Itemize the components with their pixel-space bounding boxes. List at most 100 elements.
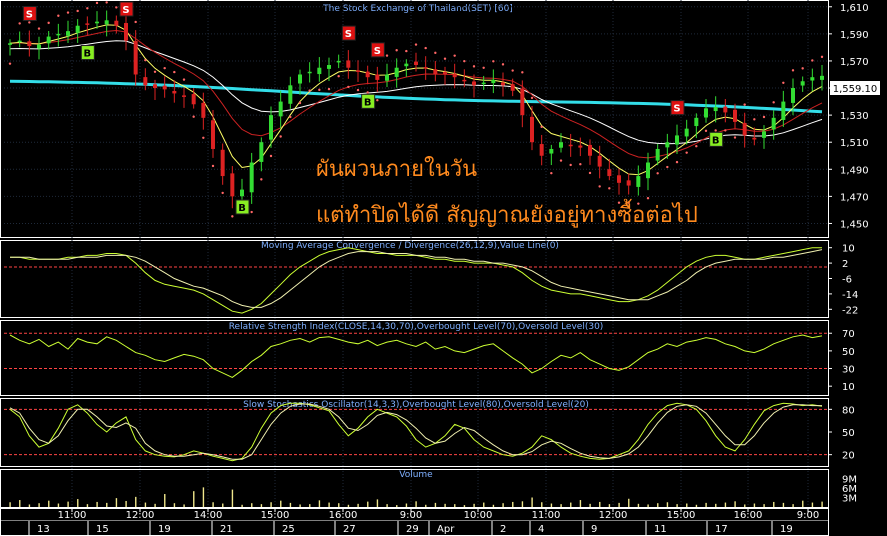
candle-body: [684, 128, 689, 137]
price-tick-label-6: 1,490: [840, 165, 869, 176]
sar-dot: [192, 115, 195, 118]
candle-body: [404, 63, 409, 67]
time-label-lower: 11: [654, 524, 667, 535]
volume-bar: [77, 499, 79, 507]
volume-bar: [570, 502, 572, 507]
volume-bar: [705, 502, 707, 507]
rsi-panel: Relative Strength Index(CLOSE,14,30,70),…: [4, 322, 855, 393]
ma-mid-line: [9, 29, 823, 159]
sar-dot: [588, 171, 592, 175]
sar-dot: [28, 21, 31, 24]
sar-dot: [753, 118, 756, 121]
candle-body: [201, 102, 206, 118]
volume-bar: [202, 487, 205, 507]
sar-dot: [501, 63, 505, 66]
candle-body: [510, 84, 515, 91]
sar-dot: [482, 66, 485, 70]
volume-bar: [763, 504, 765, 507]
volume-bar: [434, 502, 437, 507]
sar-dot: [579, 163, 582, 166]
volume-bar: [483, 502, 485, 507]
volume-bar: [96, 501, 98, 507]
candle-body: [172, 90, 177, 94]
time-label-lower: 19: [780, 524, 793, 535]
candle-body: [626, 180, 631, 186]
sar-dot: [424, 46, 427, 50]
time-label-lower: 2: [500, 524, 506, 535]
volume-bar: [270, 502, 272, 507]
sar-dot: [144, 58, 147, 62]
sar-dot: [714, 129, 717, 132]
candle-body: [733, 109, 737, 122]
candle-body: [85, 23, 90, 25]
volume-bar: [599, 501, 601, 507]
candle-body: [143, 77, 148, 86]
candle-body: [211, 120, 215, 149]
candle-body: [636, 176, 641, 187]
volume-bar: [579, 500, 582, 507]
volume-bar: [280, 500, 282, 507]
time-axis: 11:00 12:00 14:00 15:00 16:00 9:00 10:00 11:00 1…: [28, 508, 819, 535]
volume-bar: [347, 504, 350, 507]
volume-bar: [67, 501, 69, 507]
volume-bar: [289, 502, 292, 507]
volume-bar: [57, 503, 60, 507]
volume-bar: [154, 503, 156, 507]
candle-body: [307, 71, 312, 74]
sar-dot: [550, 171, 553, 175]
volume-bar: [328, 502, 330, 507]
candle-body: [191, 94, 196, 105]
volume-bar: [802, 500, 804, 507]
candle-body: [820, 75, 824, 80]
signal-label: B: [238, 203, 246, 214]
stochastic-panel: Slow Stochastics Oscillator(14,3,3),Over…: [4, 400, 855, 462]
sar-dot: [472, 65, 476, 68]
time-label-upper: 15:00: [261, 510, 290, 521]
candle-body: [259, 142, 264, 162]
volume-bar: [715, 503, 717, 507]
candle-body: [288, 85, 293, 104]
volume-bar: [821, 501, 823, 507]
volume-bar: [125, 500, 127, 507]
candle-body: [549, 148, 554, 154]
sar-dot: [724, 129, 727, 132]
candle-body: [559, 142, 563, 148]
volume-bar: [231, 489, 234, 507]
sar-dot: [453, 54, 456, 57]
sar-dot: [269, 154, 273, 158]
sar-dot: [202, 136, 205, 139]
sar-dot: [704, 129, 708, 133]
volume-bar: [753, 503, 756, 507]
time-label-lower: 15: [96, 524, 109, 535]
candle-body: [153, 84, 157, 89]
sar-dot: [337, 75, 340, 78]
candle-body: [810, 77, 815, 81]
sar-dot: [733, 136, 737, 139]
ma-long-line: [9, 79, 823, 114]
candle-body: [317, 67, 322, 75]
sar-dot: [318, 88, 321, 92]
signal-label: S: [673, 104, 680, 115]
volume-bar: [637, 503, 640, 507]
candle-body: [443, 72, 447, 75]
sar-dot: [47, 21, 50, 25]
volume-bar: [686, 503, 688, 507]
volume-bar: [309, 504, 311, 507]
series-line-0: [9, 402, 823, 462]
volume-bar: [676, 504, 678, 507]
volume-bar: [628, 498, 630, 507]
volume-bar: [773, 501, 775, 507]
volume-bar: [608, 504, 611, 507]
candle-body: [723, 106, 728, 113]
candle-body: [433, 69, 438, 75]
price-tick-label-4: 1,530: [840, 111, 869, 122]
candle-body: [133, 40, 138, 75]
price-panel-title: The Stock Exchange of Thailand(SET) [60]: [322, 4, 513, 14]
sar-dot: [231, 215, 234, 218]
sar-dot: [211, 164, 215, 168]
volume-bar: [48, 500, 50, 507]
price-tick-label-2: 1,570: [840, 57, 869, 68]
price-tick-label-0: 1,610: [840, 3, 869, 14]
axis-tick-label-0: 70: [842, 329, 855, 340]
candle-body: [588, 144, 592, 156]
